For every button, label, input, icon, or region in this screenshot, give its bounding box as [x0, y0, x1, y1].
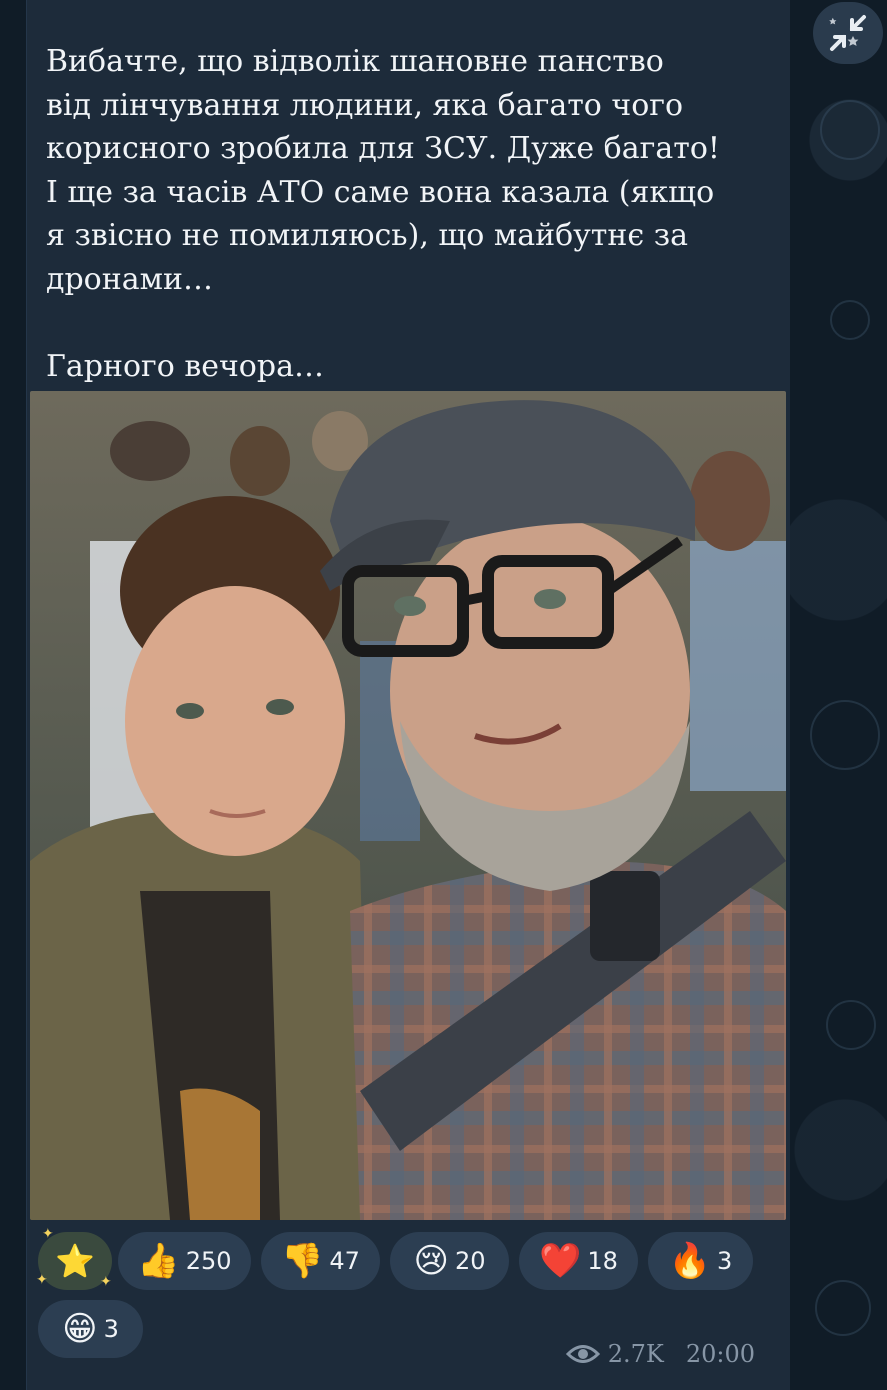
- message-text: Вибачте, що відволік шановне панство від…: [46, 44, 720, 384]
- thumbs-down-icon: 👎: [281, 1241, 324, 1281]
- reaction-count: 3: [103, 1315, 119, 1343]
- star-icon: ⭐: [55, 1242, 95, 1280]
- red-heart-icon: ❤️: [539, 1241, 582, 1281]
- fire-icon: 🔥: [668, 1241, 712, 1281]
- reaction-star[interactable]: ⭐ ✦ ✦ ✦: [36, 1226, 112, 1290]
- sparkle-icon: ✦: [100, 1274, 112, 1290]
- collapse-arrows-icon: [829, 15, 866, 51]
- photo-of-two-people: [30, 391, 786, 1220]
- message-time: 20:00: [685, 1340, 755, 1368]
- views-count: 2.7K: [607, 1340, 664, 1368]
- background-doodle: [810, 700, 880, 770]
- background-doodle: [826, 1000, 876, 1050]
- reaction-thumbs-down[interactable]: 👎 47: [261, 1232, 380, 1290]
- reaction-red-heart[interactable]: ❤️ 18: [519, 1232, 638, 1290]
- message-meta: 2.7K 20:00: [565, 1340, 755, 1368]
- collapse-button[interactable]: [813, 2, 883, 64]
- background-doodle: [820, 100, 880, 160]
- sparkle-icon: ✦: [36, 1272, 48, 1288]
- reaction-thumbs-up[interactable]: 👍 250: [118, 1232, 251, 1290]
- reaction-count: 250: [185, 1247, 232, 1275]
- reaction-count: 47: [329, 1247, 360, 1275]
- eye-icon: [565, 1345, 600, 1363]
- reaction-count: 18: [587, 1247, 618, 1275]
- crying-face-icon: 😢: [413, 1241, 449, 1281]
- sparkle-icon: ✦: [42, 1226, 54, 1242]
- background-doodle: [830, 300, 870, 340]
- grinning-face-icon: 😁: [62, 1309, 98, 1349]
- thumbs-up-icon: 👍: [137, 1241, 180, 1281]
- reaction-fire[interactable]: 🔥 3: [648, 1232, 753, 1290]
- reaction-grinning-face[interactable]: 😁 3: [38, 1300, 143, 1358]
- reaction-crying-face[interactable]: 😢 20: [390, 1232, 509, 1290]
- background-doodle: [815, 1280, 871, 1336]
- message-photo[interactable]: [30, 391, 786, 1220]
- reaction-count: 3: [717, 1247, 733, 1275]
- reaction-count: 20: [454, 1247, 486, 1275]
